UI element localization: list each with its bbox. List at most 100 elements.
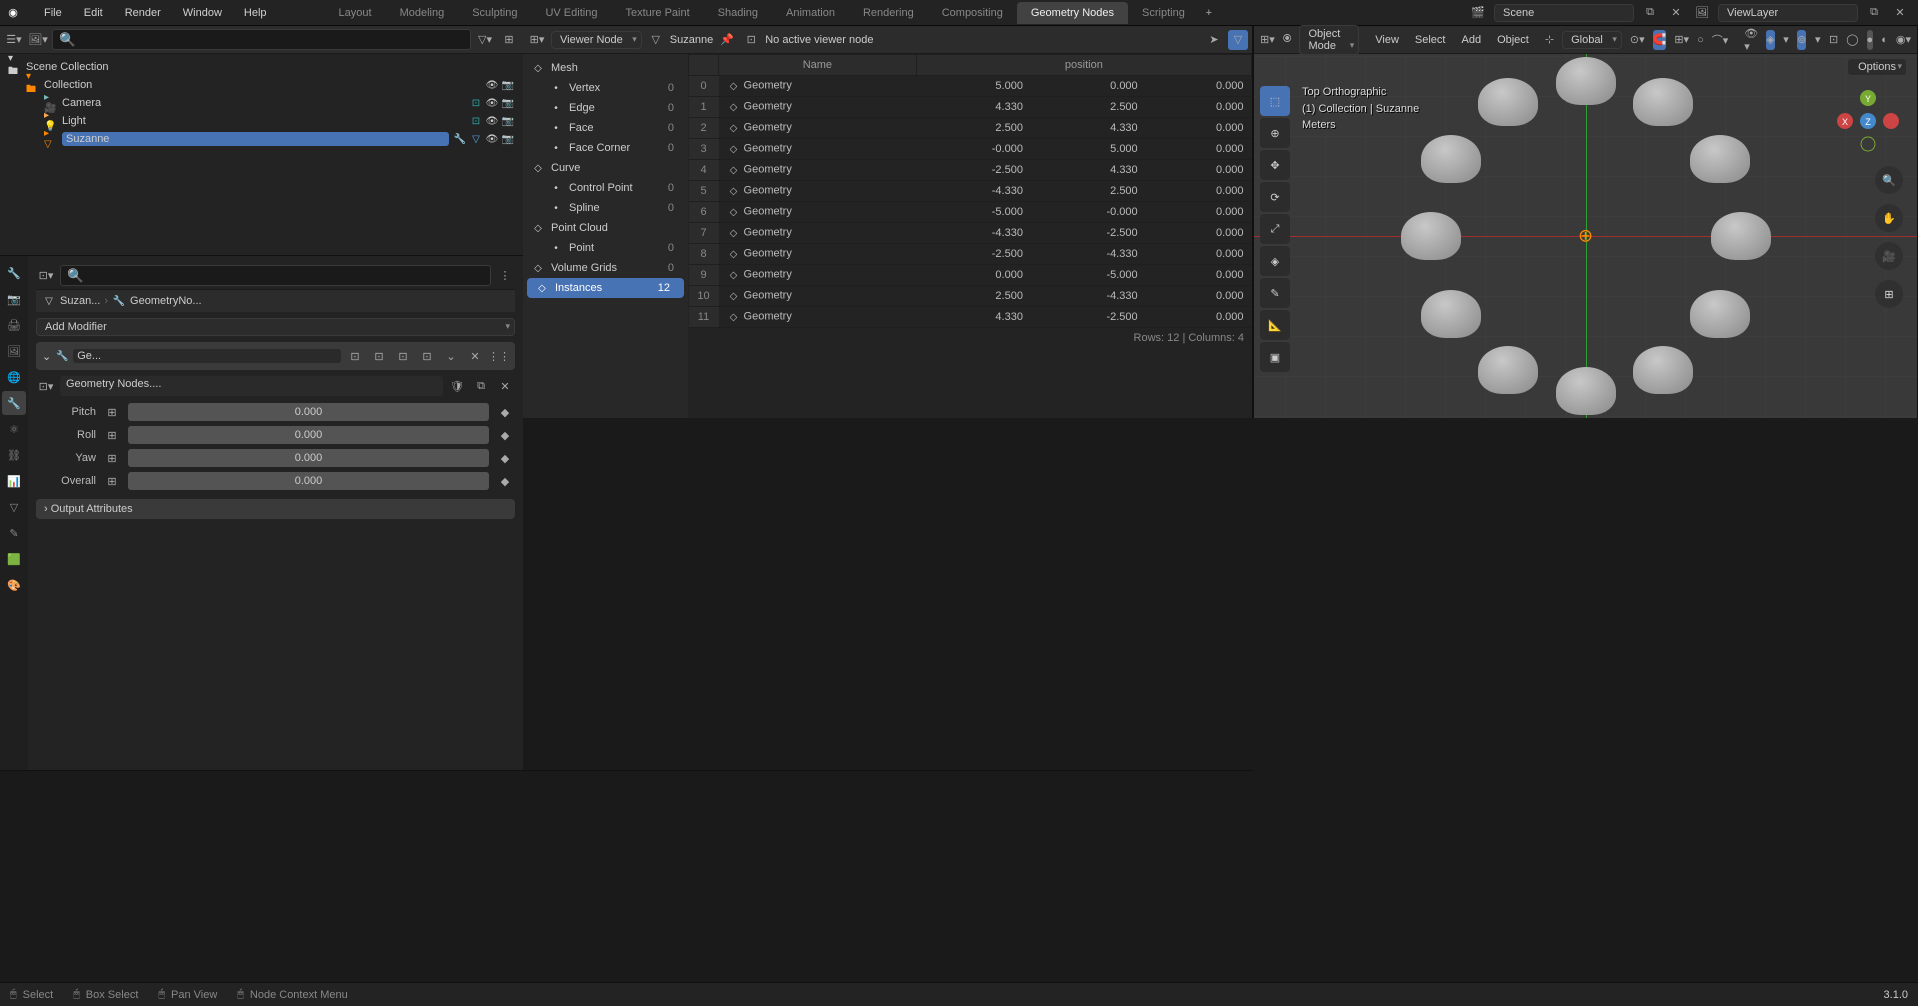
rotate-tool[interactable]: ⟳ [1260,182,1290,212]
render-icon[interactable]: 📷 [501,114,515,128]
add-workspace-icon[interactable]: + [1199,3,1219,23]
outliner-suzanne[interactable]: ▸ ▽Suzanne🔧▽👁📷 [4,130,519,148]
attr-toggle-icon[interactable]: ⊞ [102,448,122,468]
move-tool[interactable]: ✥ [1260,150,1290,180]
shading-solid-icon[interactable]: ● [1867,30,1874,50]
attr-toggle-icon[interactable]: ⊞ [102,471,122,491]
vp-menu-view[interactable]: View [1367,31,1407,49]
prop-tab-11[interactable]: 🟩 [2,547,26,571]
delete-scene-icon[interactable]: ✕ [1666,3,1686,23]
eye-icon[interactable]: 👁 [485,78,499,92]
domain-point[interactable]: •Point0 [523,238,688,258]
mod-icon[interactable]: ⊡ [393,346,413,366]
visibility-icon[interactable]: 👁▾ [1744,30,1758,50]
3d-viewport[interactable]: ⊞▾ 🞊 Object Mode ViewSelectAddObject ⊹ G… [1253,26,1918,418]
editor-type-icon[interactable]: ⊞▾ [527,30,547,50]
table-row[interactable]: 9◇ Geometry0.000-5.0000.000 [689,265,1252,286]
value-input[interactable]: 0.000 [128,449,489,467]
workspace-tab-animation[interactable]: Animation [772,2,849,24]
eye-icon[interactable]: 👁 [485,114,499,128]
viewlayer-icon[interactable]: 🖼 [1692,3,1712,23]
table-row[interactable]: 8◇ Geometry-2.500-4.3300.000 [689,244,1252,265]
workspace-tab-uv-editing[interactable]: UV Editing [531,2,611,24]
prop-tab-7[interactable]: ⛓ [2,443,26,467]
filter-icon[interactable]: ▽ [1228,30,1248,50]
value-input[interactable]: 0.000 [128,472,489,490]
shading-rendered-icon[interactable]: ◉▾ [1896,30,1911,50]
domain-curve[interactable]: ◇Curve [523,158,688,178]
prop-tab-9[interactable]: ▽ [2,495,26,519]
table-row[interactable]: 6◇ Geometry-5.000-0.0000.000 [689,202,1252,223]
output-attributes-section[interactable]: › Output Attributes [36,499,515,519]
workspace-tab-sculpting[interactable]: Sculpting [458,2,531,24]
filter-icon[interactable]: ▽▾ [475,30,495,50]
prop-tab-0[interactable]: 🔧 [2,261,26,285]
table-row[interactable]: 5◇ Geometry-4.3302.5000.000 [689,181,1252,202]
delete-viewlayer-icon[interactable]: ✕ [1890,3,1910,23]
arrow-icon[interactable]: ➤ [1204,30,1224,50]
workspace-tab-layout[interactable]: Layout [325,2,386,24]
table-row[interactable]: 3◇ Geometry-0.0005.0000.000 [689,139,1252,160]
prop-tab-5[interactable]: 🔧 [2,391,26,415]
snap-icon[interactable]: 🧲 [1653,30,1667,50]
new-collection-icon[interactable]: ⊞ [499,30,519,50]
fake-user-icon[interactable]: 🛡 [447,376,467,396]
nodegroup-icon[interactable]: ⊡▾ [36,376,56,396]
workspace-tab-texture-paint[interactable]: Texture Paint [611,2,703,24]
eye-icon[interactable]: 👁 [485,96,499,110]
modifier-header[interactable]: ⌄🔧 Ge... ⊡ ⊡ ⊡ ⊡ ⌄ ✕ ⋮⋮ [36,342,515,370]
menu-file[interactable]: File [34,3,72,23]
shading-material-icon[interactable]: ◐ [1881,30,1888,50]
col-name[interactable]: Name [719,55,917,76]
prop-tab-8[interactable]: 📊 [2,469,26,493]
viewport-options[interactable]: Options [1847,58,1907,76]
display-mode-icon[interactable]: 🖼▾ [28,30,48,50]
prop-tab-12[interactable]: 🎨 [2,573,26,597]
render-icon[interactable]: 📷 [501,132,515,146]
interaction-mode[interactable]: Object Mode [1299,25,1359,55]
vp-menu-add[interactable]: Add [1453,31,1489,49]
workspace-tab-rendering[interactable]: Rendering [849,2,928,24]
render-icon[interactable]: 📷 [501,96,515,110]
keyframe-icon[interactable]: ◆ [495,402,515,422]
workspace-tab-modeling[interactable]: Modeling [386,2,459,24]
outliner-light[interactable]: ▸ 💡Light⊡👁📷 [4,112,519,130]
attr-toggle-icon[interactable]: ⊞ [102,402,122,422]
editor-type-icon[interactable]: ⊞▾ [1260,30,1275,50]
mod-menu-icon[interactable]: ⌄ [441,346,461,366]
navigation-gizmo[interactable]: YXZ [1833,86,1903,156]
domain-edge[interactable]: •Edge0 [523,98,688,118]
workspace-tab-scripting[interactable]: Scripting [1128,2,1199,24]
unlink-icon[interactable]: ✕ [495,376,515,396]
keyframe-icon[interactable]: ◆ [495,471,515,491]
domain-spline[interactable]: •Spline0 [523,198,688,218]
vp-menu-select[interactable]: Select [1407,31,1454,49]
domain-volume-grids[interactable]: ◇Volume Grids0 [523,258,688,278]
mod-icon[interactable]: ⊡ [345,346,365,366]
mod-icon[interactable]: ⊡ [417,346,437,366]
scene-collection-row[interactable]: ▾🖿 Scene Collection [4,58,519,76]
table-row[interactable]: 7◇ Geometry-4.330-2.5000.000 [689,223,1252,244]
gizmos-toggle-icon[interactable]: ◈ [1766,30,1774,50]
overlays-menu-icon[interactable]: ▾ [1814,30,1821,50]
pin-icon[interactable]: 📌 [717,30,737,50]
domain-face[interactable]: •Face0 [523,118,688,138]
add-modifier-button[interactable]: Add Modifier [36,318,515,336]
transform-tool[interactable]: ◈ [1260,246,1290,276]
node-group-name[interactable]: Geometry Nodes.... [60,376,443,396]
prop-tab-6[interactable]: ⚛ [2,417,26,441]
overlays-toggle-icon[interactable]: ⊚ [1797,30,1806,50]
table-row[interactable]: 11◇ Geometry4.330-2.5000.000 [689,307,1252,328]
properties-search[interactable] [60,265,491,286]
mod-drag-icon[interactable]: ⋮⋮ [489,346,509,366]
blender-logo-icon[interactable]: ◉ [0,0,26,26]
zoom-icon[interactable]: 🔍 [1875,166,1903,194]
col-position[interactable]: position [916,55,1251,76]
value-input[interactable]: 0.000 [128,403,489,421]
scale-tool[interactable]: ⤢ [1260,214,1290,244]
domain-point-cloud[interactable]: ◇Point Cloud [523,218,688,238]
mod-icon[interactable]: ⊡ [369,346,389,366]
gizmos-menu-icon[interactable]: ▾ [1783,30,1790,50]
viewlayer-selector[interactable]: ViewLayer [1718,4,1858,22]
domain-face-corner[interactable]: •Face Corner0 [523,138,688,158]
